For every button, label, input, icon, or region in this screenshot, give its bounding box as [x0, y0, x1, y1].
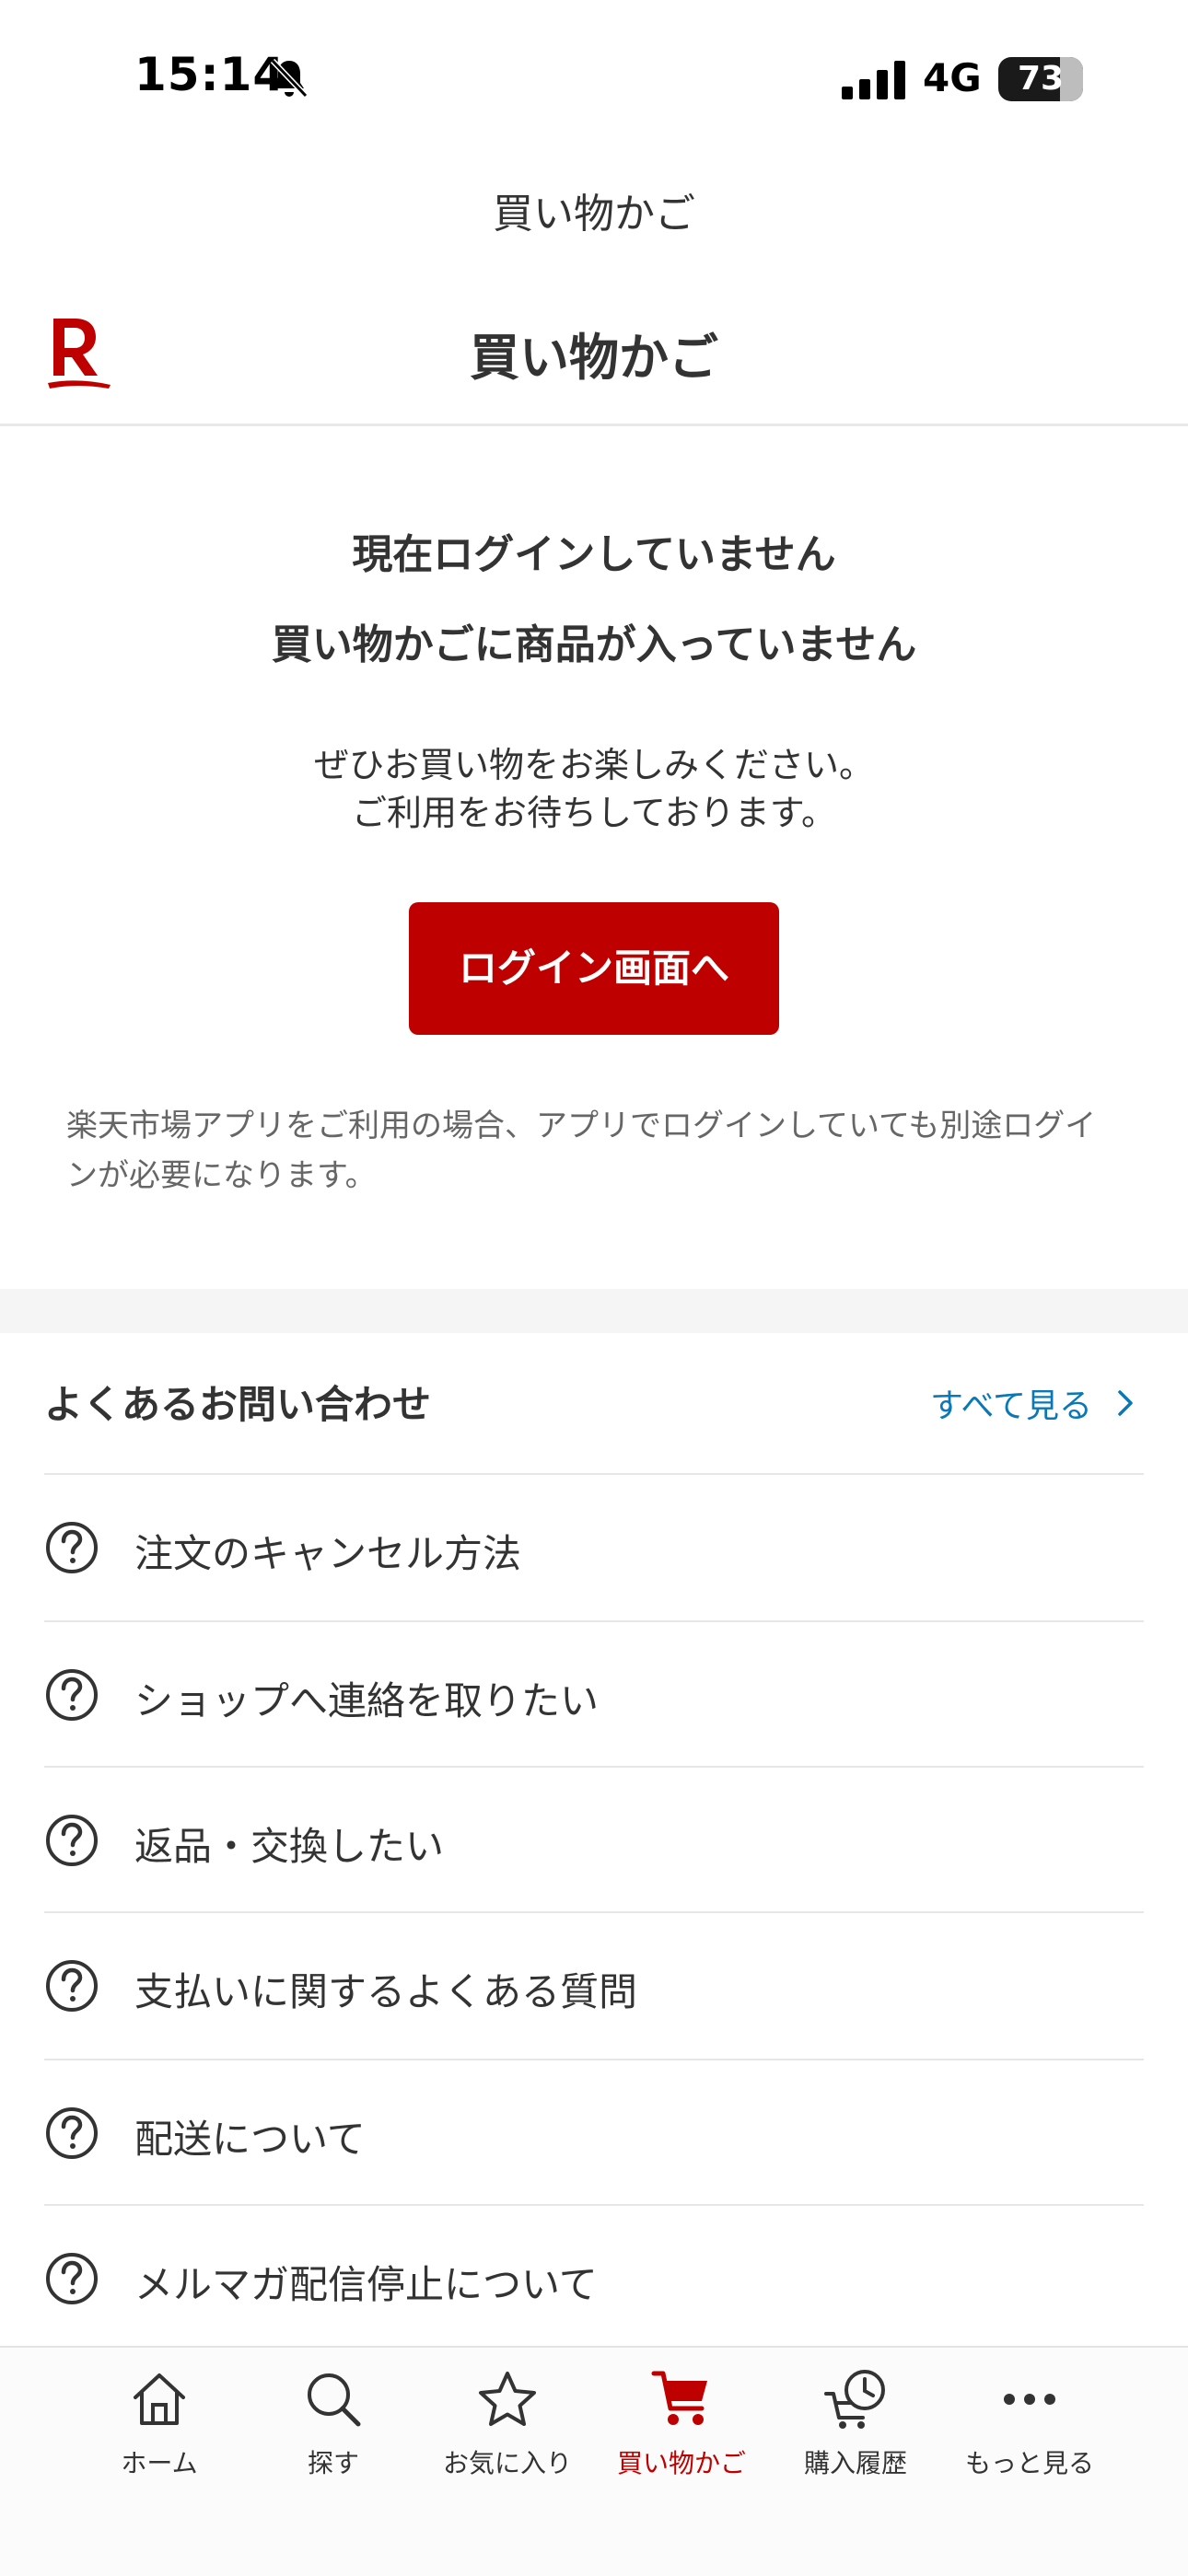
empty-cart-message: 買い物かごに商品が入っていません [271, 621, 917, 668]
network-type: 4G [923, 55, 982, 100]
faq-item-payment[interactable]: 支払いに関するよくある質問 [44, 1913, 1144, 2059]
faq-item-newsletter[interactable]: メルマガ配信停止について [44, 2206, 1144, 2351]
more-icon [1004, 2394, 1055, 2405]
see-all-link[interactable]: すべて見る [930, 1379, 1092, 1427]
faq-item-label: ショップへ連絡を取りたい [134, 1678, 600, 1723]
tab-favorites[interactable]: お気に入り [425, 2366, 590, 2486]
not-logged-in-message: 現在ログインしていません [352, 531, 836, 578]
question-circle-icon [46, 1960, 98, 2012]
bell-muted-icon [270, 58, 309, 99]
battery-percent: 73 [1017, 60, 1065, 98]
question-circle-icon [46, 2253, 98, 2304]
faq-item-delivery[interactable]: 配送について [44, 2060, 1144, 2206]
star-icon [479, 2372, 536, 2426]
question-circle-icon [46, 2107, 98, 2159]
cellular-signal-icon [842, 61, 905, 99]
tab-search[interactable]: 探す [250, 2366, 416, 2486]
battery-tip [1076, 70, 1083, 88]
faq-item-label: メルマガ配信停止について [134, 2262, 598, 2307]
tab-label: 購入履歴 [803, 2448, 907, 2478]
tab-label: もっと見る [964, 2448, 1094, 2478]
tab-cart[interactable]: 買い物かご [599, 2366, 764, 2486]
bottom-tab-bar: ホーム 探す お気に入り 買い物かご 購入履歴 もっと見る [0, 2346, 1188, 2576]
search-icon [308, 2373, 361, 2427]
page-title: 買い物かご [470, 329, 718, 387]
faq-item-contact-shop[interactable]: ショップへ連絡を取りたい [44, 1622, 1144, 1768]
cart-icon [651, 2371, 707, 2425]
history-icon [824, 2370, 885, 2429]
question-circle-icon [46, 1669, 98, 1721]
tab-more[interactable]: もっと見る [947, 2366, 1112, 2486]
faq-item-label: 配送について [134, 2117, 366, 2162]
faq-heading: よくあるお問い合わせ [44, 1382, 432, 1427]
faq-item-label: 返品・交換したい [134, 1824, 445, 1869]
login-button[interactable]: ログイン画面へ [409, 902, 779, 1035]
battery-icon: 73 [998, 57, 1083, 101]
faq-item-cancel-order[interactable]: 注文のキャンセル方法 [44, 1475, 1144, 1620]
tab-label: ホーム [121, 2448, 198, 2478]
section-separator [0, 1289, 1188, 1333]
header-divider [0, 424, 1188, 426]
tab-purchase-history[interactable]: 購入履歴 [773, 2366, 938, 2486]
enjoy-shopping-text: ぜひお買い物をお楽しみください。 [313, 745, 874, 785]
tab-home[interactable]: ホーム [76, 2366, 242, 2486]
home-icon [134, 2373, 185, 2425]
question-circle-icon [46, 1522, 98, 1573]
thanks-text: ご利用をお待ちしております。 [352, 793, 836, 833]
faq-item-return-exchange[interactable]: 返品・交換したい [44, 1768, 1144, 1913]
status-time: 15:14 [134, 48, 286, 101]
faq-item-label: 注文のキャンセル方法 [134, 1531, 522, 1576]
browser-title: 買い物かご [493, 191, 695, 238]
tab-label: 探す [307, 2448, 359, 2478]
faq-item-label: 支払いに関するよくある質問 [134, 1969, 638, 2014]
tab-label: 買い物かご [616, 2448, 746, 2478]
login-note: 楽天市場アプリをご利用の場合、アプリでログインしていても別途ログインが必要になり… [66, 1108, 1097, 1194]
chevron-right-icon[interactable] [1114, 1388, 1136, 1418]
question-circle-icon [46, 1815, 98, 1866]
tab-label: お気に入り [442, 2448, 572, 2478]
